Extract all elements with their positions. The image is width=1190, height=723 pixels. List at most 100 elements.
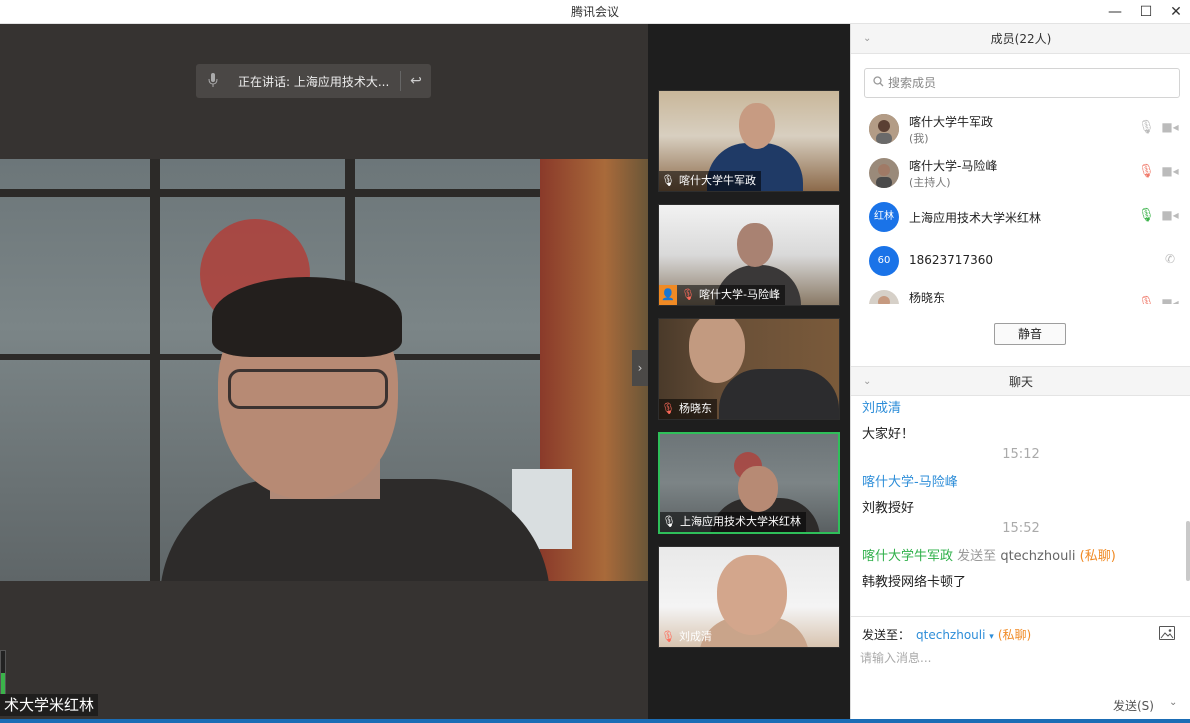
muted-microphone-icon[interactable]: 🎙 — [1138, 296, 1155, 304]
message-input[interactable] — [860, 649, 1180, 689]
member-search[interactable] — [864, 68, 1180, 98]
person-head — [738, 466, 778, 512]
member-row[interactable]: 60 18623717360 ✆ — [851, 240, 1190, 284]
participant-name: 上海应用技术大学米红林 — [680, 515, 801, 528]
message-sender[interactable]: 刘成清 — [862, 397, 901, 416]
member-row[interactable]: 红林 上海应用技术大学米红林 🎙 ■◂ — [851, 196, 1190, 240]
mute-all-button[interactable]: 静音 — [994, 323, 1066, 345]
image-icon[interactable] — [1159, 626, 1175, 640]
person-head — [717, 555, 787, 635]
chevron-down-icon[interactable]: ⌄ — [863, 24, 871, 54]
speaking-indicator: 正在讲话: 上海应用技术大... ↩ — [196, 64, 431, 98]
participant-name: 喀什大学牛军政 — [679, 174, 756, 187]
chat-messages: 刘成清 大家好！ 15:12 喀什大学-马险峰 刘教授好 15:52 喀什大学牛… — [851, 397, 1190, 619]
maximize-button[interactable]: ☐ — [1131, 0, 1161, 24]
member-name: 上海应用技术大学米红林 — [909, 211, 1042, 225]
collapse-thumbnails-button[interactable]: › — [632, 350, 648, 386]
close-button[interactable]: ✕ — [1161, 0, 1190, 24]
thumbnail-0[interactable]: 🎙 喀什大学牛军政 — [658, 90, 840, 192]
member-name: 18623717360 — [909, 253, 993, 267]
message-text: 刘教授好 — [862, 501, 915, 516]
avatar — [869, 114, 899, 144]
avatar — [869, 290, 899, 304]
chat-header[interactable]: ⌄ 聊天 — [851, 366, 1190, 396]
message-sender[interactable]: 喀什大学牛军政 — [862, 549, 953, 564]
search-input[interactable] — [888, 76, 1168, 90]
microphone-icon[interactable]: 🎙 — [1138, 120, 1155, 138]
person-head — [739, 103, 775, 149]
send-to-row: 发送至： qtechzhouli ▾ (私聊) — [862, 626, 1031, 643]
main-video[interactable] — [0, 159, 648, 581]
member-role: (我) — [909, 132, 929, 145]
muted-microphone-icon: 🎙 — [681, 288, 695, 301]
send-options-icon[interactable]: ⌄ — [1169, 697, 1177, 708]
member-row[interactable]: 喀什大学-马险峰 (主持人) 🎙 ■◂ — [851, 152, 1190, 196]
recipient-name: qtechzhouli — [916, 628, 986, 642]
camera-icon[interactable]: ■◂ — [1161, 296, 1179, 304]
message-target[interactable]: qtechzhouli — [1000, 549, 1075, 564]
microphone-icon: 🎙 — [662, 515, 676, 528]
member-name: 杨晓东 — [909, 291, 946, 304]
private-label: (私聊) — [997, 628, 1032, 642]
minimize-button[interactable]: — — [1100, 0, 1130, 24]
message-sender[interactable]: 喀什大学-马险峰 — [862, 471, 958, 490]
message-time: 15:52 — [1002, 521, 1040, 536]
members-title: 成员(22人) — [990, 32, 1052, 46]
microphone-icon: 🎙 — [661, 174, 675, 187]
camera-icon[interactable]: ■◂ — [1161, 164, 1179, 182]
chat-scrollbar[interactable] — [1186, 521, 1190, 581]
private-label: (私聊) — [1079, 549, 1116, 564]
sent-to-label: 发送至 — [957, 549, 997, 564]
send-to-label: 发送至： — [862, 628, 911, 642]
member-role: (主持人) — [909, 176, 951, 189]
camera-icon[interactable]: ■◂ — [1161, 208, 1179, 226]
muted-microphone-icon[interactable]: 🎙 — [1138, 164, 1155, 182]
chevron-down-icon[interactable]: ⌄ — [863, 367, 871, 397]
active-microphone-icon[interactable]: 🎙 — [1138, 208, 1155, 226]
thumbnail-2[interactable]: 🎙 杨晓东 — [658, 318, 840, 420]
bottom-edge — [0, 719, 1190, 723]
message-time: 15:12 — [1002, 447, 1040, 462]
window-title: 腾讯会议 — [570, 5, 619, 19]
muted-microphone-icon: 🎙 — [661, 630, 675, 643]
search-icon — [873, 76, 884, 90]
return-icon[interactable]: ↩ — [401, 73, 431, 89]
chat-title: 聊天 — [1008, 375, 1033, 389]
thumbnail-label: 🎙 刘成清 — [659, 627, 717, 647]
speaker-glasses — [228, 369, 388, 409]
thumbnail-4[interactable]: 🎙 刘成清 — [658, 546, 840, 648]
thumbnail-3[interactable]: 🎙 上海应用技术大学米红林 — [658, 432, 840, 534]
thumbnail-label: 👤 🎙 喀什大学-马险峰 — [659, 285, 785, 305]
speaking-label: 正在讲话: 上海应用技术大... — [238, 74, 390, 89]
host-icon: 👤 — [659, 285, 677, 305]
send-button[interactable]: 发送(S) — [1113, 697, 1154, 714]
message-text: 韩教授网络卡顿了 — [862, 575, 967, 590]
member-row[interactable]: 喀什大学牛军政 (我) 🎙 ■◂ — [851, 108, 1190, 152]
thumbnail-label: 🎙 上海应用技术大学米红林 — [660, 512, 806, 532]
speaker-hair — [212, 277, 402, 357]
side-panel: ⌄ 成员(22人) 喀什大学牛军政 (我) 🎙 ■◂ 喀什大学-马险峰 (主持人… — [850, 24, 1190, 719]
person-body — [719, 369, 839, 419]
avatar: 红林 — [869, 202, 899, 232]
avatar — [869, 158, 899, 188]
person-head — [737, 223, 773, 267]
avatar: 60 — [869, 246, 899, 276]
window-frame — [150, 159, 160, 581]
member-name: 喀什大学-马险峰 — [909, 159, 998, 173]
thumbnail-1[interactable]: 👤 🎙 喀什大学-马险峰 — [658, 204, 840, 306]
participant-name: 喀什大学-马险峰 — [699, 288, 780, 301]
message-text: 大家好！ — [862, 427, 915, 442]
main-video-name: 术大学米红林 — [0, 694, 99, 716]
participant-name: 刘成清 — [679, 630, 712, 643]
thumbnail-label: 🎙 喀什大学牛军政 — [659, 171, 761, 191]
thumbnail-column: 🎙 喀什大学牛军政 👤 🎙 喀什大学-马险峰 🎙 杨晓东 🎙 上海应用技术大学米… — [648, 24, 850, 719]
member-name: 喀什大学牛军政 — [909, 115, 994, 129]
member-row[interactable]: 杨晓东 🎙 ■◂ — [851, 284, 1190, 304]
members-header[interactable]: ⌄ 成员(22人) — [851, 24, 1190, 54]
microphone-icon — [196, 72, 230, 90]
muted-microphone-icon: 🎙 — [661, 402, 675, 415]
message-header: 喀什大学牛军政 发送至 qtechzhouli (私聊) — [862, 545, 1116, 564]
chat-compose: 发送至： qtechzhouli ▾(私聊) 发送(S) ⌄ — [851, 616, 1190, 719]
recipient-dropdown[interactable]: qtechzhouli ▾ — [916, 628, 994, 642]
camera-icon[interactable]: ■◂ — [1161, 120, 1179, 138]
